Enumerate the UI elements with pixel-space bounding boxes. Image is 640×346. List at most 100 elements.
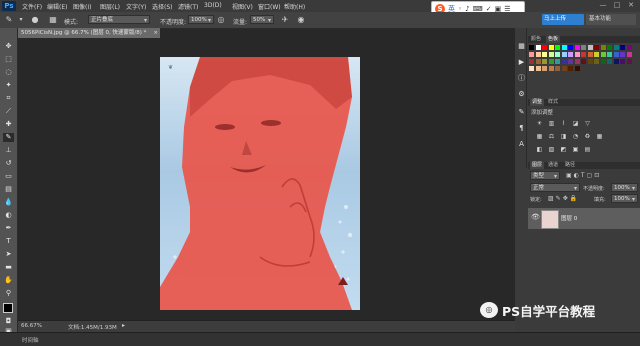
color-balance-icon[interactable]: ⚖ xyxy=(548,133,555,140)
selective-color-icon[interactable]: ▣ xyxy=(572,146,579,153)
color-swatch[interactable] xyxy=(568,52,573,57)
blur-tool-icon[interactable]: 💧 xyxy=(3,198,14,207)
color-swatch[interactable] xyxy=(535,45,541,50)
menu-edit[interactable]: 编辑(E) xyxy=(47,2,67,11)
lasso-tool-icon[interactable]: ◌ xyxy=(3,68,14,77)
status-menu-arrow-icon[interactable]: ▸ xyxy=(122,322,125,329)
color-swatch[interactable] xyxy=(620,52,625,57)
color-swatch[interactable] xyxy=(568,66,573,71)
curves-icon[interactable]: ⌇ xyxy=(560,120,567,127)
eraser-tool-icon[interactable]: ▭ xyxy=(3,172,14,181)
color-swatch[interactable] xyxy=(600,45,606,50)
menu-file[interactable]: 文件(F) xyxy=(22,2,42,11)
history-panel-icon[interactable]: ▦ xyxy=(516,42,527,51)
color-swatch[interactable] xyxy=(607,59,612,64)
color-swatch[interactable] xyxy=(555,45,560,50)
color-swatch[interactable] xyxy=(581,59,586,64)
vibrance-icon[interactable]: ▽ xyxy=(584,120,591,127)
color-swatch[interactable] xyxy=(607,52,612,57)
color-swatch[interactable] xyxy=(574,66,580,71)
menu-window[interactable]: 窗口(W) xyxy=(258,2,281,11)
fill-input[interactable]: 100% xyxy=(611,194,638,204)
info-panel-icon[interactable]: ⓘ xyxy=(516,74,527,83)
color-swatch[interactable] xyxy=(542,66,547,71)
menu-image[interactable]: 图像(I) xyxy=(73,2,91,11)
color-swatch[interactable] xyxy=(535,66,541,71)
healing-tool-icon[interactable]: ✚ xyxy=(3,120,14,129)
actions-panel-icon[interactable]: ▶ xyxy=(516,58,527,67)
black-white-icon[interactable]: ◨ xyxy=(560,133,567,140)
channel-mixer-icon[interactable]: ♻ xyxy=(584,133,591,140)
threshold-icon[interactable]: ◩ xyxy=(560,146,567,153)
menu-select[interactable]: 选择(S) xyxy=(152,2,173,11)
pressure-size-icon[interactable]: ◉ xyxy=(296,15,306,25)
layer-kind-filter[interactable]: 类型 xyxy=(530,171,560,181)
brightness-icon[interactable]: ☀ xyxy=(536,120,543,127)
color-swatch[interactable] xyxy=(568,45,573,50)
color-swatch[interactable] xyxy=(594,45,599,50)
marquee-tool-icon[interactable]: ⬚ xyxy=(3,55,14,64)
color-swatch[interactable] xyxy=(613,45,619,50)
history-brush-tool-icon[interactable]: ↺ xyxy=(3,159,14,168)
posterize-icon[interactable]: ▧ xyxy=(548,146,555,153)
maximize-button[interactable]: □ xyxy=(612,1,622,10)
color-swatch[interactable] xyxy=(587,59,593,64)
opacity-input[interactable]: 100% xyxy=(188,15,214,25)
color-swatch[interactable] xyxy=(594,52,599,57)
paragraph-panel-icon[interactable]: ¶ xyxy=(516,124,527,133)
swatches-grid[interactable] xyxy=(529,45,639,90)
layer-thumbnail[interactable] xyxy=(541,210,559,229)
hue-saturation-icon[interactable]: ▦ xyxy=(536,133,543,140)
color-swatch[interactable] xyxy=(555,66,560,71)
color-swatch[interactable] xyxy=(548,52,554,57)
document-tab[interactable]: 5056PiCisN.jpg @ 66.7% (图层 0, 快速蒙版/8) * … xyxy=(18,28,160,38)
menu-filter[interactable]: 滤镜(T) xyxy=(178,2,198,11)
color-swatch[interactable] xyxy=(548,59,554,64)
color-swatch[interactable] xyxy=(548,66,554,71)
color-swatch[interactable] xyxy=(607,45,612,50)
dodge-tool-icon[interactable]: ◐ xyxy=(3,211,14,220)
preset-dropdown-icon[interactable]: ▾ xyxy=(16,15,26,25)
color-swatch[interactable] xyxy=(568,59,573,64)
color-swatch[interactable] xyxy=(529,52,534,57)
gradient-map-icon[interactable]: ▤ xyxy=(584,146,591,153)
color-lookup-icon[interactable]: ▦ xyxy=(596,133,603,140)
color-swatch[interactable] xyxy=(626,45,632,50)
shape-tool-icon[interactable]: ▬ xyxy=(3,263,14,272)
color-swatch[interactable] xyxy=(535,59,541,64)
quick-select-tool-icon[interactable]: ✦ xyxy=(3,81,14,90)
lock-icons[interactable]: ▨✎✥🔒 xyxy=(548,195,579,202)
gradient-tool-icon[interactable]: ▤ xyxy=(3,185,14,194)
brush-tool-preset-icon[interactable]: ✎ xyxy=(4,15,14,25)
character-panel-icon[interactable]: A xyxy=(516,140,527,149)
color-swatch[interactable] xyxy=(529,66,534,71)
color-swatch[interactable] xyxy=(548,45,554,50)
color-swatch[interactable] xyxy=(561,66,567,71)
photo-filter-icon[interactable]: ◔ xyxy=(572,133,579,140)
flow-input[interactable]: 50% xyxy=(250,15,274,25)
exposure-icon[interactable]: ◪ xyxy=(572,120,579,127)
brush-panel-icon[interactable]: ▦ xyxy=(48,15,58,25)
color-swatch[interactable] xyxy=(600,59,606,64)
tab-adjustments[interactable]: 调整 xyxy=(530,99,545,106)
color-swatch[interactable] xyxy=(620,59,625,64)
visibility-eye-icon[interactable]: 👁 xyxy=(531,213,540,221)
levels-icon[interactable]: ▥ xyxy=(548,120,555,127)
move-tool-icon[interactable]: ✥ xyxy=(3,42,14,51)
brush-tool-icon[interactable]: ✎ xyxy=(3,133,14,142)
tab-channels[interactable]: 通道 xyxy=(548,162,558,169)
color-swatch[interactable] xyxy=(574,59,580,64)
color-swatch[interactable] xyxy=(529,59,534,64)
minimize-button[interactable]: — xyxy=(598,1,608,10)
color-swatch[interactable] xyxy=(555,52,560,57)
path-select-tool-icon[interactable]: ➤ xyxy=(3,250,14,259)
color-swatch[interactable] xyxy=(555,59,560,64)
color-swatch[interactable] xyxy=(529,45,534,50)
color-swatch[interactable] xyxy=(561,45,567,50)
menu-layer[interactable]: 图层(L) xyxy=(100,2,120,11)
menu-type[interactable]: 文字(Y) xyxy=(126,2,146,11)
color-swatch[interactable] xyxy=(613,59,619,64)
layer-name[interactable]: 图层 0 xyxy=(561,214,577,222)
menu-view[interactable]: 视图(V) xyxy=(232,2,253,11)
color-swatch[interactable] xyxy=(620,45,625,50)
